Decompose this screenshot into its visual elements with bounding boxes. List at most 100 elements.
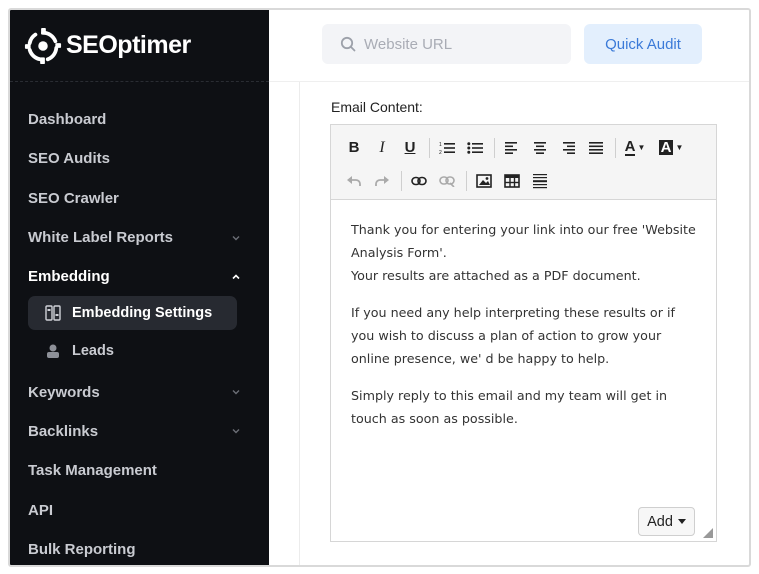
sidebar-item-backlinks[interactable]: Backlinks	[10, 412, 269, 451]
toolbar-separator	[615, 137, 616, 158]
gear-logo-icon	[24, 27, 62, 64]
bullet-list-icon	[467, 141, 483, 154]
app-window: SEOptimer Dashboard SEO Audits SEO Crawl…	[8, 8, 751, 567]
sidebar-item-dashboard[interactable]: Dashboard	[10, 100, 269, 139]
sidebar-item-bulk-reporting[interactable]: Bulk Reporting	[10, 530, 269, 565]
caret-down-icon: ▼	[637, 143, 646, 152]
insert-link-button[interactable]	[406, 168, 432, 194]
background-color-button[interactable]: A ▼	[656, 135, 686, 161]
sidebar-item-label: Dashboard	[28, 111, 107, 129]
align-right-button[interactable]	[555, 135, 581, 161]
redo-button[interactable]	[369, 168, 395, 194]
main-content: Email Content: B I U 12 A ▼ A ▼ Thank yo…	[299, 82, 749, 565]
email-line: Thank you for entering your link into ou…	[351, 222, 696, 260]
brand-name: SEOptimer	[66, 31, 191, 59]
search-icon	[340, 36, 356, 52]
sidebar-item-label: SEO Audits	[28, 150, 110, 168]
email-content-label: Email Content:	[331, 99, 423, 115]
search-box[interactable]	[322, 24, 571, 64]
text-color-button[interactable]: A ▼	[620, 135, 650, 161]
chevron-down-icon	[232, 235, 240, 241]
sidebar-item-label: SEO Crawler	[28, 189, 119, 207]
bold-glyph: B	[348, 139, 360, 156]
align-left-button[interactable]	[499, 135, 525, 161]
chevron-down-icon	[232, 429, 240, 434]
sidebar-item-embedding[interactable]: Embedding	[10, 257, 269, 296]
underline-glyph: U	[404, 139, 416, 156]
background-color-icon: A	[658, 139, 674, 156]
settings-panel-icon	[45, 305, 61, 322]
sidebar: SEOptimer Dashboard SEO Audits SEO Crawl…	[10, 10, 269, 565]
embedding-subnav: Embedding Settings Leads	[10, 296, 269, 368]
sidebar-item-seo-audits[interactable]: SEO Audits	[10, 139, 269, 178]
sidebar-item-label: Task Management	[28, 462, 157, 480]
justify-button[interactable]	[583, 135, 609, 161]
email-content-editor[interactable]: Thank you for entering your link into ou…	[331, 200, 716, 462]
chevron-up-icon	[232, 274, 240, 279]
user-icon	[47, 344, 59, 359]
link-icon	[411, 176, 427, 185]
align-justify-icon	[589, 141, 603, 154]
horizontal-rule-button[interactable]	[527, 168, 553, 194]
sidebar-item-seo-crawler[interactable]: SEO Crawler	[10, 179, 269, 218]
sidebar-item-label: API	[28, 501, 54, 519]
rich-text-editor: B I U 12 A ▼ A ▼ Thank you for entering …	[330, 124, 717, 542]
italic-glyph: I	[379, 138, 385, 156]
underline-button[interactable]: U	[397, 135, 423, 161]
toolbar-separator	[466, 170, 467, 191]
remove-link-button[interactable]	[434, 168, 460, 194]
sidebar-item-label: Bulk Reporting	[28, 540, 136, 558]
undo-button[interactable]	[341, 168, 367, 194]
resize-handle-icon[interactable]	[703, 528, 713, 538]
sidebar-subitem-label: Embedding Settings	[72, 305, 213, 322]
sidebar-item-white-label-reports[interactable]: White Label Reports	[10, 218, 269, 257]
ordered-list-icon: 12	[439, 142, 455, 155]
align-center-button[interactable]	[527, 135, 553, 161]
ordered-list-button[interactable]: 12	[434, 135, 460, 161]
toolbar-row	[341, 164, 708, 197]
add-button-label: Add	[647, 513, 673, 530]
toolbar-separator	[429, 137, 430, 158]
add-dropdown-button[interactable]: Add	[638, 507, 695, 536]
sidebar-item-label: White Label Reports	[28, 229, 174, 247]
horizontal-rule-icon	[533, 173, 547, 188]
sidebar-item-label: Backlinks	[28, 422, 99, 440]
caret-down-icon	[677, 519, 686, 524]
svg-text:2: 2	[439, 150, 442, 155]
brand-logo[interactable]: SEOptimer	[10, 10, 269, 82]
sidebar-nav: Dashboard SEO Audits SEO Crawler White L…	[10, 82, 269, 565]
sidebar-subitem-leads[interactable]: Leads	[28, 334, 237, 368]
bullet-list-button[interactable]	[462, 135, 488, 161]
caret-down-icon: ▼	[675, 143, 684, 152]
undo-icon	[347, 175, 361, 186]
quick-audit-button[interactable]: Quick Audit	[584, 24, 702, 64]
image-icon	[476, 173, 492, 188]
text-color-icon: A	[624, 137, 636, 156]
align-center-icon	[534, 141, 546, 154]
website-url-input[interactable]	[364, 35, 554, 53]
bold-button[interactable]: B	[341, 135, 367, 161]
toolbar-separator	[401, 170, 402, 191]
sidebar-item-api[interactable]: API	[10, 490, 269, 529]
table-icon	[504, 173, 520, 188]
toolbar-separator	[494, 137, 495, 158]
email-paragraph: If you need any help interpreting these …	[351, 305, 675, 366]
unlink-icon	[439, 175, 455, 187]
toolbar-row: B I U 12 A ▼ A ▼	[341, 131, 708, 164]
topbar: Quick Audit	[269, 10, 749, 82]
chevron-down-icon	[232, 390, 240, 395]
svg-text:1: 1	[439, 142, 442, 148]
email-line: Your results are attached as a PDF docum…	[351, 268, 641, 283]
sidebar-item-task-management[interactable]: Task Management	[10, 451, 269, 490]
align-left-icon	[505, 141, 517, 154]
editor-toolbar: B I U 12 A ▼ A ▼	[331, 125, 716, 200]
redo-icon	[375, 175, 389, 186]
sidebar-item-keywords[interactable]: Keywords	[10, 372, 269, 411]
sidebar-subitem-embedding-settings[interactable]: Embedding Settings	[28, 296, 237, 331]
insert-table-button[interactable]	[499, 168, 525, 194]
insert-image-button[interactable]	[471, 168, 497, 194]
sidebar-item-label: Embedding	[28, 268, 110, 286]
align-right-icon	[563, 141, 575, 154]
italic-button[interactable]: I	[369, 135, 395, 161]
email-paragraph: Simply reply to this email and my team w…	[351, 388, 668, 426]
